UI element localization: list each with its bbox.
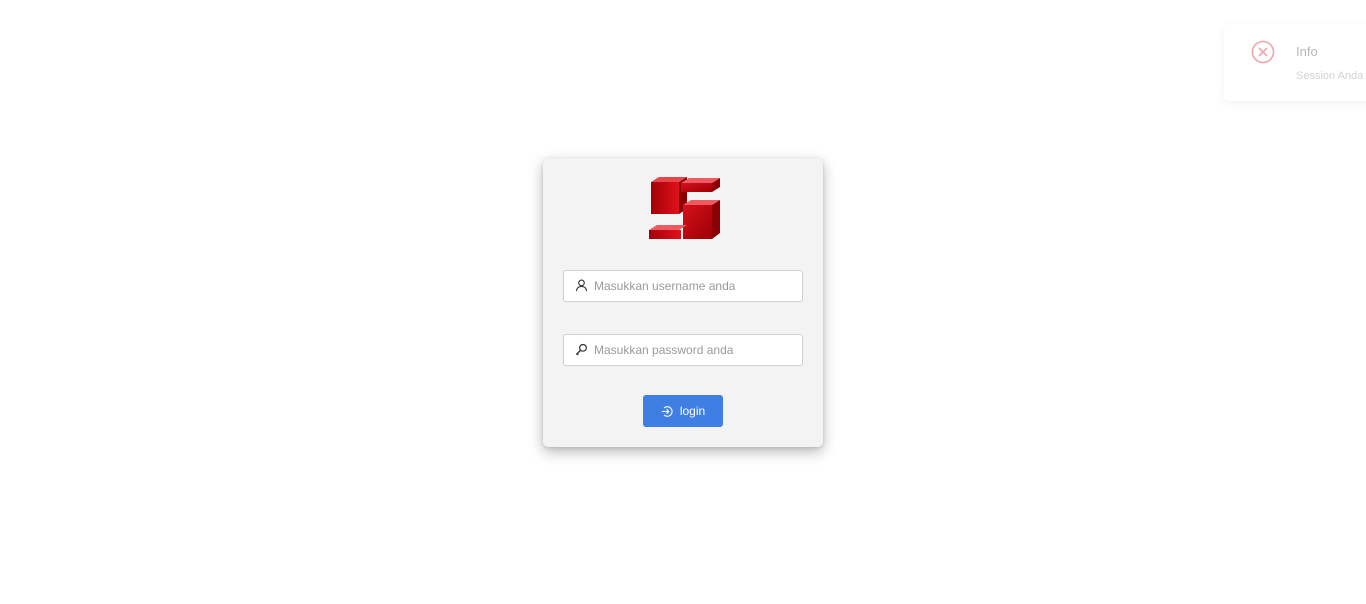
close-circle-icon[interactable] [1251,40,1275,64]
username-input[interactable] [594,271,794,301]
password-field[interactable] [563,334,803,366]
login-button-label: login [679,404,706,418]
login-card: login [543,158,823,447]
login-button[interactable]: login [643,395,723,427]
password-input[interactable] [594,335,794,365]
username-field[interactable] [563,270,803,302]
toast-title: Info [1296,44,1318,59]
info-toast[interactable]: Info Session Anda [1224,24,1366,101]
key-icon [575,343,587,356]
login-icon [661,405,673,417]
user-icon [575,279,588,292]
brand-logo [649,177,720,239]
toast-message: Session Anda [1296,70,1364,82]
